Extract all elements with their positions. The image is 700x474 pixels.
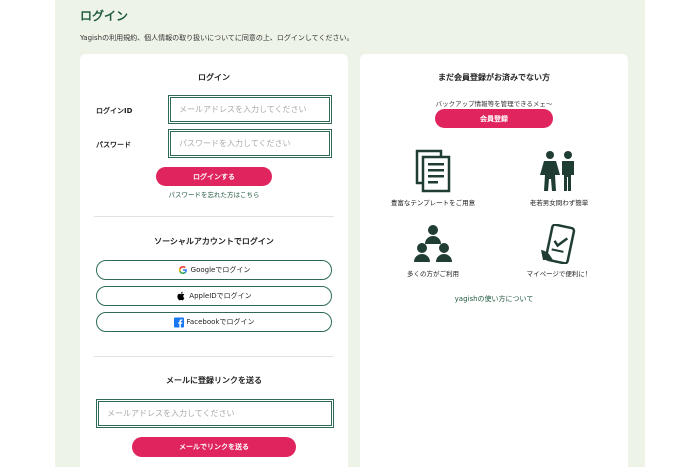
divider	[94, 356, 334, 357]
login-id-input[interactable]: メールアドレスを入力してください	[168, 95, 332, 124]
google-icon	[178, 265, 188, 275]
facebook-login-button[interactable]: Facebookでログイン	[96, 312, 332, 332]
send-mail-link-button[interactable]: メールでリンクを送る	[132, 437, 296, 457]
feature-easy: 老若男女問わず簡単	[494, 149, 624, 207]
page-title: ログイン	[80, 9, 129, 23]
terms-notice: Yagishの利用規約、個人情報の取り扱いについてに同意の上、ログインしてくださ…	[80, 34, 354, 42]
feature-caption: マイページで便利に！	[526, 270, 592, 278]
document-icon	[368, 149, 498, 193]
login-panel: ログイン ログインID メールアドレスを入力してください パスワード パスワード…	[80, 54, 348, 474]
feature-caption: 老若男女問わず簡単	[529, 199, 589, 207]
password-input[interactable]: パスワードを入力してください	[168, 129, 332, 158]
feature-caption: 多くの方がご利用	[407, 270, 459, 278]
google-login-label: Googleでログイン	[190, 266, 251, 274]
login-id-label: ログインID	[96, 107, 133, 115]
register-lead: バックアップ情報等を管理できるメェ〜	[435, 100, 553, 108]
login-id-placeholder: メールアドレスを入力してください	[179, 105, 307, 114]
apple-icon	[176, 291, 186, 301]
feature-mypage: マイページで便利に！	[494, 224, 624, 278]
google-login-button[interactable]: Googleでログイン	[96, 260, 332, 280]
man-woman-icon	[494, 149, 624, 193]
login-heading: ログイン	[198, 73, 230, 82]
how-to-link[interactable]: yagishの使い方について	[360, 294, 628, 304]
mail-link-email-input[interactable]: メールアドレスを入力してください	[96, 399, 334, 428]
smartphone-check-icon	[494, 224, 624, 264]
mail-link-placeholder: メールアドレスを入力してください	[107, 409, 235, 418]
login-button[interactable]: ログインする	[156, 167, 272, 186]
feature-templates: 豊富なテンプレートをご用意	[368, 149, 498, 207]
mail-link-heading: メールに登録リンクを送る	[166, 376, 262, 385]
apple-login-button[interactable]: AppleIDでログイン	[96, 286, 332, 306]
register-button[interactable]: 会員登録	[435, 109, 553, 128]
divider	[94, 216, 334, 217]
register-heading: まだ会員登録がお済みでない方	[438, 73, 550, 82]
people-group-icon	[368, 224, 498, 264]
facebook-login-label: Facebookでログイン	[186, 318, 255, 326]
forgot-password-link[interactable]: パスワードを忘れた方はこちら	[80, 189, 348, 199]
feature-caption: 豊富なテンプレートをご用意	[390, 199, 476, 207]
password-placeholder: パスワードを入力してください	[179, 139, 291, 148]
register-panel: まだ会員登録がお済みでない方 バックアップ情報等を管理できるメェ〜 会員登録 豊…	[360, 54, 628, 474]
social-heading: ソーシャルアカウントでログイン	[154, 237, 274, 246]
apple-login-label: AppleIDでログイン	[189, 292, 252, 300]
facebook-icon	[173, 317, 184, 327]
feature-popular: 多くの方がご利用	[368, 224, 498, 278]
password-label: パスワード	[96, 141, 131, 149]
